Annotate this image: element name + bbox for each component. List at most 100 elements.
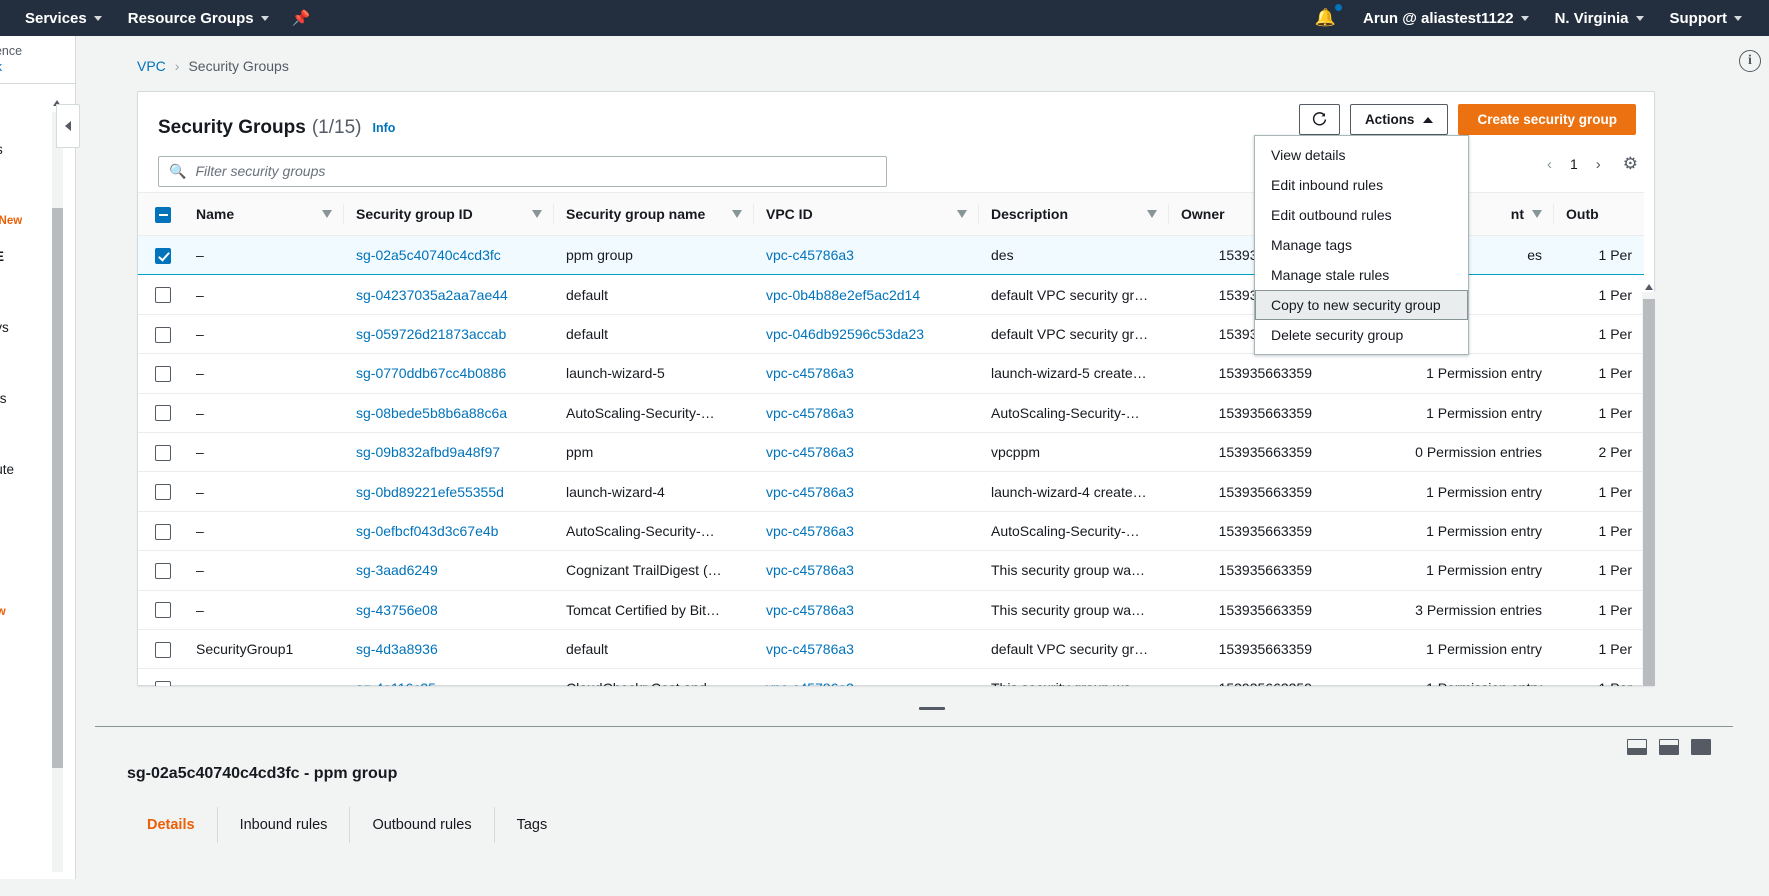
- region-menu[interactable]: N. Virginia: [1542, 0, 1657, 36]
- cell-security-group-id[interactable]: sg-08bede5b8b6a88c6a: [344, 393, 554, 432]
- detail-tab-inbound-rules[interactable]: Inbound rules: [218, 807, 351, 843]
- cell-vpc-id[interactable]: vpc-0b4b88e2ef5ac2d14: [754, 275, 979, 314]
- table-row[interactable]: –sg-0770ddb67cc4b0886launch-wizard-5vpc-…: [138, 354, 1644, 393]
- notifications-bell-button[interactable]: 🔔: [1301, 8, 1350, 28]
- cell-vpc-id-text[interactable]: vpc-c45786a3: [766, 680, 854, 686]
- actions-menu-item-copy-to-new-security-group[interactable]: Copy to new security group: [1255, 290, 1468, 320]
- cell-security-group-id-text[interactable]: sg-0efbcf043d3c67e4b: [356, 523, 498, 539]
- row-checkbox[interactable]: [155, 681, 171, 686]
- row-checkbox[interactable]: [155, 287, 171, 303]
- info-icon[interactable]: i: [1739, 50, 1761, 72]
- actions-menu-item-edit-inbound-rules[interactable]: Edit inbound rules: [1255, 170, 1468, 200]
- sort-icon[interactable]: [532, 210, 542, 218]
- cell-security-group-id-text[interactable]: sg-4d3a8936: [356, 641, 438, 657]
- page-number-1[interactable]: 1: [1570, 156, 1578, 172]
- sidebar-item-6[interactable]: ways: [0, 310, 75, 346]
- table-row[interactable]: –sg-3aad6249Cognizant TrailDigest (…vpc-…: [138, 551, 1644, 590]
- cell-vpc-id[interactable]: vpc-c45786a3: [754, 236, 979, 275]
- sidebar-item-12[interactable]: er: [0, 523, 75, 559]
- sidebar-item-9[interactable]: s: [0, 416, 75, 452]
- select-all-checkbox[interactable]: [155, 207, 171, 223]
- actions-menu-item-edit-outbound-rules[interactable]: Edit outbound rules: [1255, 200, 1468, 230]
- row-checkbox[interactable]: [155, 642, 171, 658]
- gear-icon[interactable]: ⚙: [1623, 154, 1638, 174]
- cell-security-group-id-text[interactable]: sg-04237035a2aa7ae44: [356, 287, 508, 303]
- sidebar-scrollbar-thumb[interactable]: [52, 208, 63, 768]
- previous-page-button[interactable]: ‹: [1547, 156, 1552, 173]
- table-row[interactable]: –sg-43756e08Tomcat Certified by Bit…vpc-…: [138, 590, 1644, 629]
- cell-security-group-id[interactable]: sg-0efbcf043d3c67e4b: [344, 511, 554, 550]
- services-menu[interactable]: Services: [12, 0, 115, 36]
- row-checkbox[interactable]: [155, 248, 171, 264]
- table-scrollbar-thumb[interactable]: [1643, 299, 1655, 686]
- sidebar-item-8[interactable]: oints: [0, 381, 75, 417]
- full-screen-icon[interactable]: [1691, 739, 1711, 755]
- sort-icon[interactable]: [732, 210, 742, 218]
- cell-security-group-id-text[interactable]: sg-08bede5b8b6a88c6a: [356, 405, 507, 421]
- sort-icon[interactable]: [322, 210, 332, 218]
- cell-vpc-id-text[interactable]: vpc-c45786a3: [766, 562, 854, 578]
- sidebar-item-14[interactable]: New: [0, 594, 75, 630]
- column-header-description[interactable]: Description: [979, 193, 1169, 236]
- cell-security-group-id-text[interactable]: sg-4e116c35: [356, 680, 436, 686]
- refresh-button[interactable]: [1299, 104, 1340, 135]
- cell-vpc-id[interactable]: vpc-c45786a3: [754, 472, 979, 511]
- actions-menu-item-manage-stale-rules[interactable]: Manage stale rules: [1255, 260, 1468, 290]
- sort-icon[interactable]: [1147, 210, 1157, 218]
- new-experience-feedback-link[interactable]: ink: [0, 60, 76, 74]
- create-security-group-button[interactable]: Create security group: [1458, 104, 1636, 135]
- sidebar-item-4[interactable]: ATE: [0, 238, 75, 274]
- sidebar-item-2[interactable]: [0, 167, 75, 203]
- sidebar-item-3[interactable]: 0SNew: [0, 203, 75, 239]
- row-checkbox[interactable]: [155, 563, 171, 579]
- account-menu[interactable]: Arun @ aliastest1122: [1350, 0, 1542, 36]
- row-checkbox[interactable]: [155, 366, 171, 382]
- sidebar-item-5[interactable]: N): [0, 274, 75, 310]
- table-row[interactable]: –sg-4e116c35CloudCheckr Cost and …vpc-c4…: [138, 669, 1644, 686]
- detail-tab-details[interactable]: Details: [125, 807, 218, 843]
- row-checkbox[interactable]: [155, 445, 171, 461]
- cell-security-group-id[interactable]: sg-02a5c40740c4cd3fc: [344, 236, 554, 275]
- cell-security-group-id[interactable]: sg-3aad6249: [344, 551, 554, 590]
- cell-vpc-id-text[interactable]: vpc-046db92596c53da23: [766, 326, 924, 342]
- cell-vpc-id-text[interactable]: vpc-c45786a3: [766, 405, 854, 421]
- cell-vpc-id[interactable]: vpc-c45786a3: [754, 511, 979, 550]
- cell-vpc-id[interactable]: vpc-c45786a3: [754, 590, 979, 629]
- split-side-icon[interactable]: [1659, 739, 1679, 755]
- column-header-name[interactable]: Name: [184, 193, 344, 236]
- row-checkbox[interactable]: [155, 327, 171, 343]
- split-horizontal-icon[interactable]: [1627, 739, 1647, 755]
- cell-security-group-id[interactable]: sg-04237035a2aa7ae44: [344, 275, 554, 314]
- sidebar-item-10[interactable]: Route: [0, 452, 75, 488]
- row-checkbox[interactable]: [155, 524, 171, 540]
- scroll-up-arrow-icon[interactable]: [1645, 284, 1653, 290]
- table-row[interactable]: –sg-0efbcf043d3c67e4bAutoScaling-Securit…: [138, 511, 1644, 550]
- cell-security-group-id[interactable]: sg-059726d21873accab: [344, 314, 554, 353]
- row-checkbox[interactable]: [155, 484, 171, 500]
- table-row[interactable]: –sg-09b832afbd9a48f97ppmvpc-c45786a3vpcp…: [138, 432, 1644, 471]
- table-row[interactable]: –sg-0bd89221efe55355dlaunch-wizard-4vpc-…: [138, 472, 1644, 511]
- row-checkbox[interactable]: [155, 405, 171, 421]
- cell-security-group-id-text[interactable]: sg-3aad6249: [356, 562, 438, 578]
- sidebar-item-13[interactable]: [0, 559, 75, 595]
- sidebar-item-11[interactable]: [0, 488, 75, 524]
- cell-security-group-id-text[interactable]: sg-0bd89221efe55355d: [356, 484, 504, 500]
- cell-security-group-id-text[interactable]: sg-09b832afbd9a48f97: [356, 444, 500, 460]
- actions-menu-item-manage-tags[interactable]: Manage tags: [1255, 230, 1468, 260]
- cell-vpc-id-text[interactable]: vpc-c45786a3: [766, 365, 854, 381]
- cell-vpc-id[interactable]: vpc-c45786a3: [754, 354, 979, 393]
- sidebar-scrollbar[interactable]: [52, 112, 63, 872]
- cell-vpc-id[interactable]: vpc-c45786a3: [754, 629, 979, 668]
- cell-security-group-id-text[interactable]: sg-059726d21873accab: [356, 326, 506, 342]
- sort-icon[interactable]: [1532, 210, 1542, 218]
- cell-security-group-id[interactable]: sg-4e116c35: [344, 669, 554, 686]
- next-page-button[interactable]: ›: [1596, 156, 1601, 173]
- cell-vpc-id-text[interactable]: vpc-c45786a3: [766, 641, 854, 657]
- cell-vpc-id[interactable]: vpc-046db92596c53da23: [754, 314, 979, 353]
- search-box[interactable]: 🔍: [158, 156, 887, 187]
- cell-vpc-id-text[interactable]: vpc-c45786a3: [766, 602, 854, 618]
- column-header-outbound-rules[interactable]: Outb: [1554, 193, 1644, 236]
- cell-security-group-id-text[interactable]: sg-0770ddb67cc4b0886: [356, 365, 506, 381]
- cell-vpc-id[interactable]: vpc-c45786a3: [754, 432, 979, 471]
- sidebar-item-7[interactable]: [0, 345, 75, 381]
